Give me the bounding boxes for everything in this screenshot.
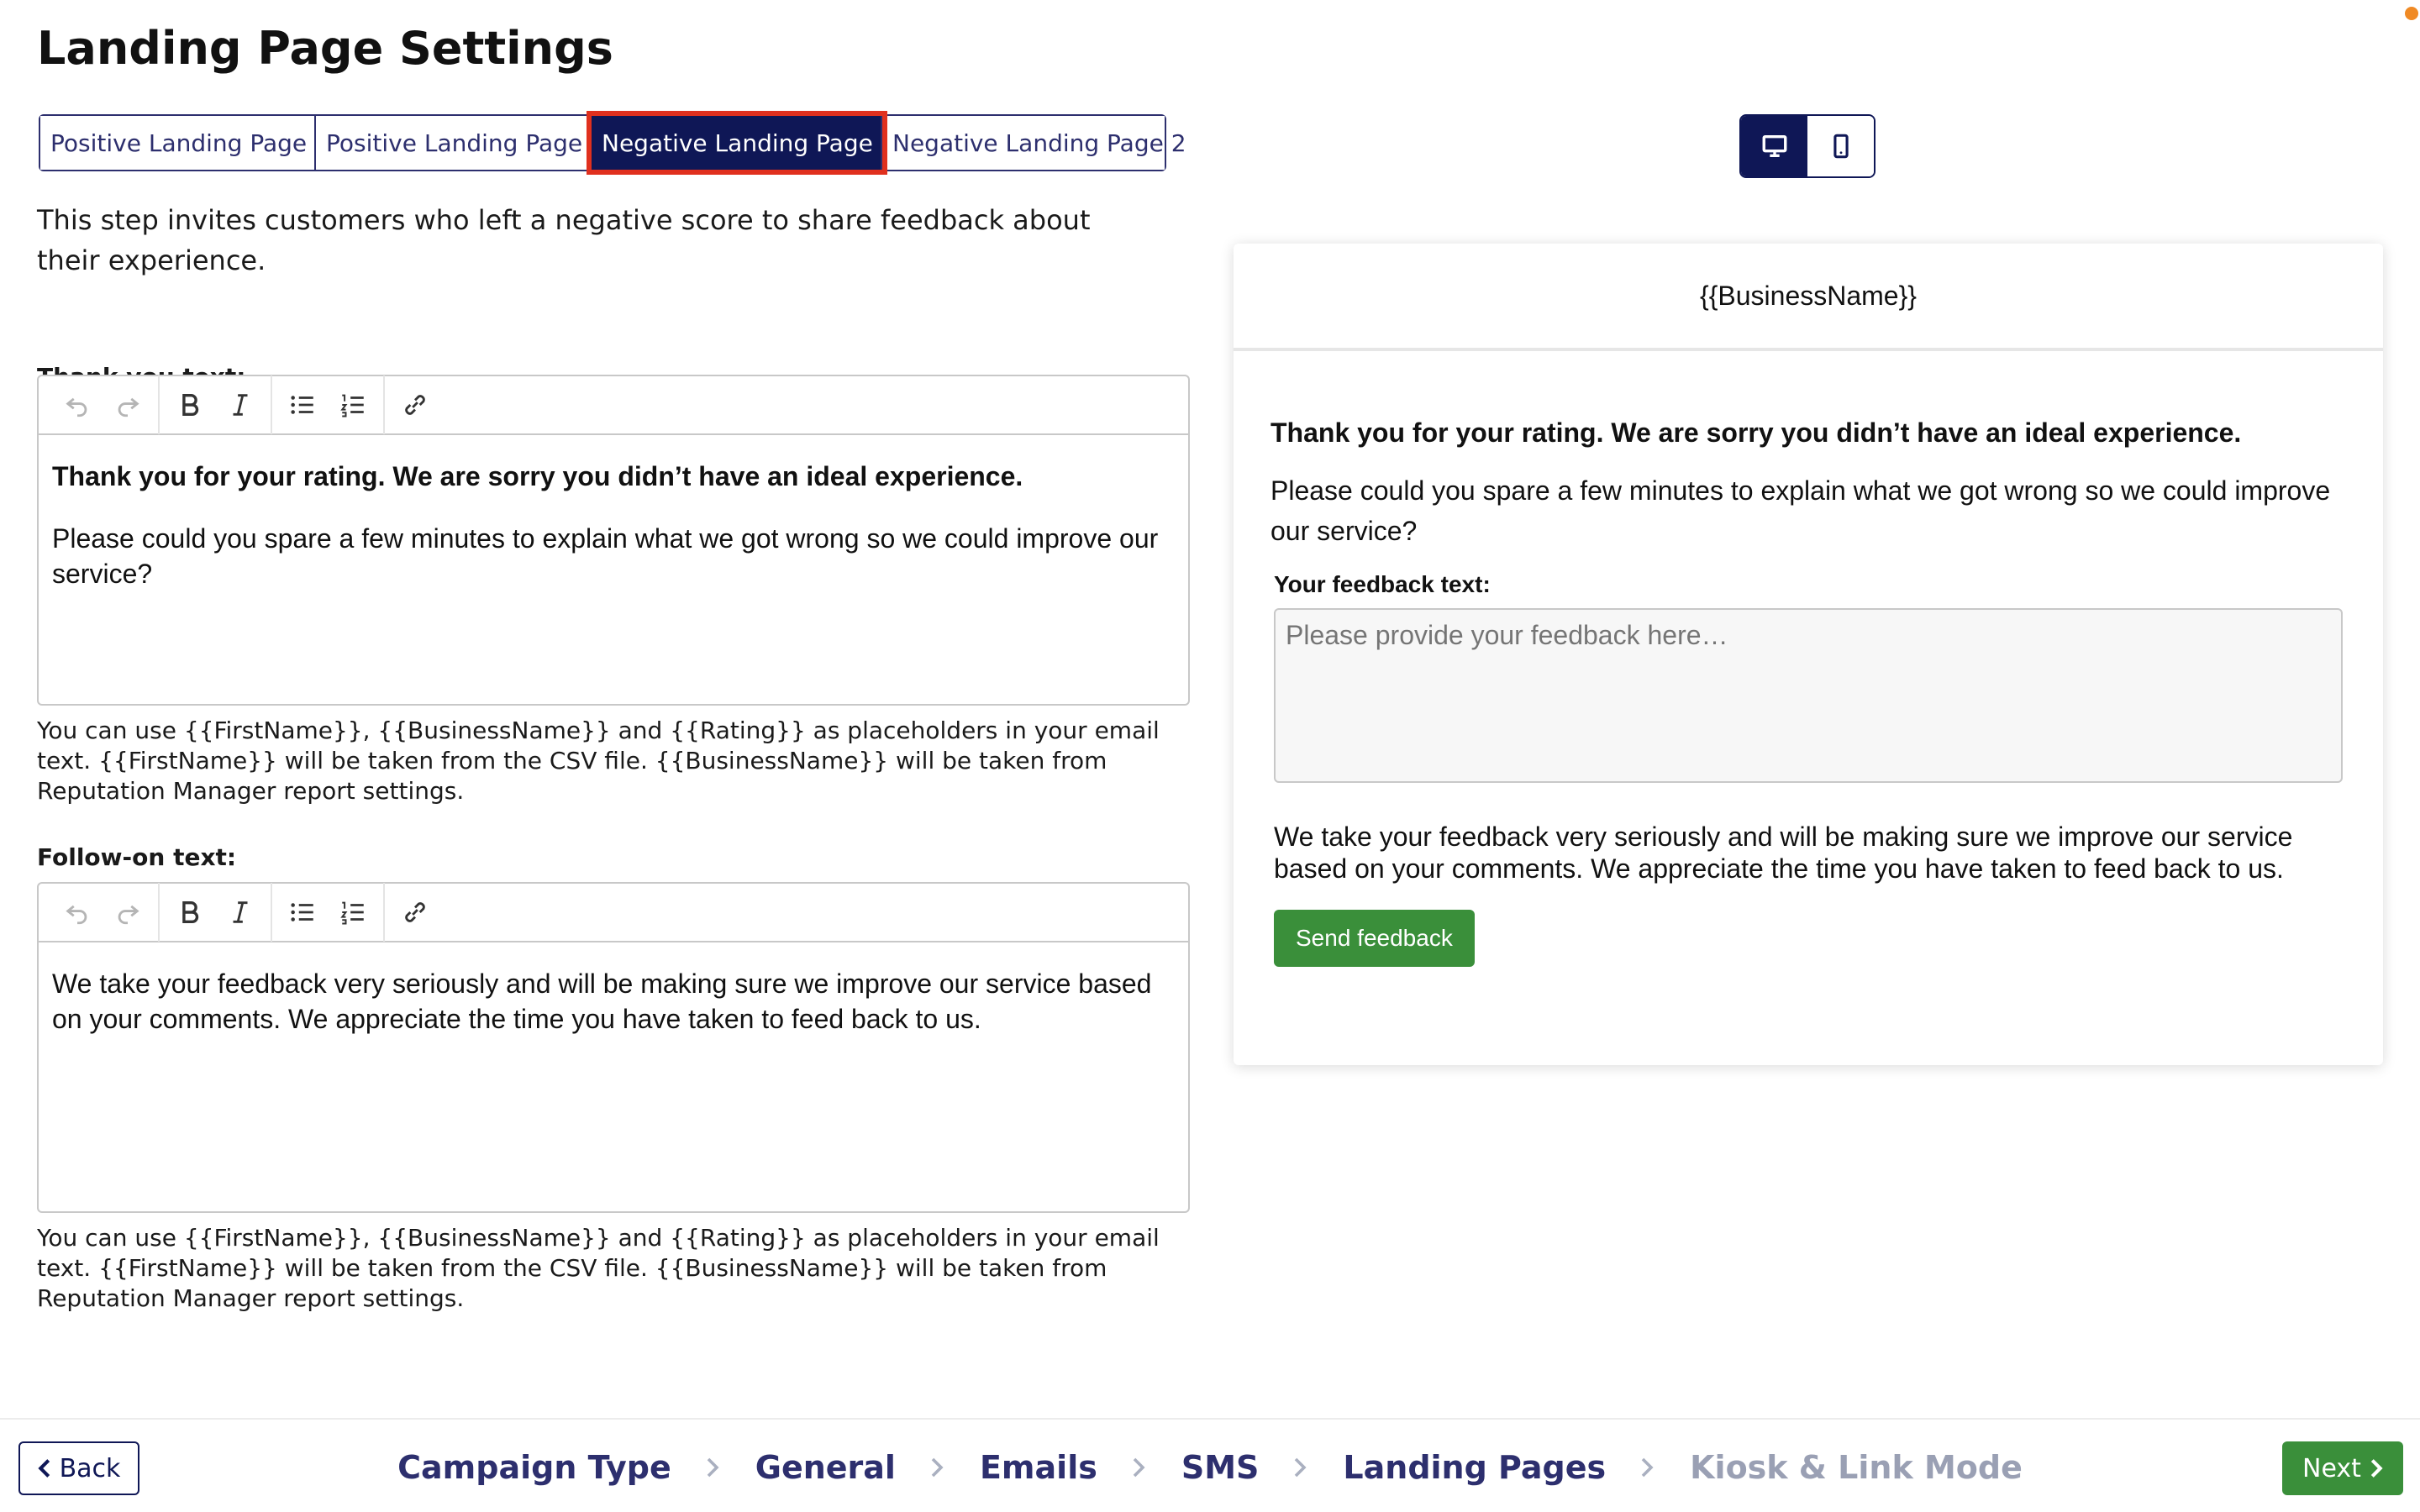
follow-on-help-text: You can use {{FirstName}}, {{BusinessNam… (37, 1224, 1160, 1312)
chevron-right-icon (2370, 1459, 2383, 1478)
device-preview-toggle (1739, 114, 1876, 178)
italic-button[interactable] (215, 381, 266, 428)
step-emails[interactable]: Emails (980, 1449, 1097, 1486)
tab-negative-landing-page-1[interactable]: Negative Landing Page 1 (587, 111, 896, 175)
step-kiosk-link-mode: Kiosk & Link Mode (1690, 1449, 2023, 1486)
undo-button[interactable] (52, 889, 103, 936)
follow-on-text-area[interactable]: We take your feedback very seriously and… (39, 942, 1188, 1087)
bold-icon (182, 900, 199, 924)
feedback-field-label: Your feedback text: (1274, 571, 1491, 597)
notification-dot (2405, 7, 2418, 20)
bullet-list-button[interactable] (277, 889, 328, 936)
thank-you-help-text: You can use {{FirstName}}, {{BusinessNam… (37, 717, 1160, 805)
tab-positive-landing-page-2[interactable]: Positive Landing Page 2 (316, 116, 605, 170)
chevron-right-icon (896, 1457, 980, 1478)
redo-button[interactable] (103, 381, 153, 428)
undo-icon (66, 397, 87, 417)
editor-toolbar (39, 883, 1188, 942)
numbered-list-icon (340, 901, 364, 925)
wizard-steps: Campaign Type General Emails SMS Landing… (0, 1438, 2420, 1497)
page-title: Landing Page Settings (37, 22, 613, 75)
bullet-list-icon (291, 396, 313, 414)
landing-page-preview: {{BusinessName}} Thank you for your rati… (1234, 244, 2383, 1065)
numbered-list-icon (340, 394, 364, 417)
landing-page-tabs: Positive Landing Page 1 Positive Landing… (39, 111, 1186, 175)
link-icon (405, 395, 425, 415)
bold-button[interactable] (165, 889, 215, 936)
thank-you-editor: Thank you for your rating. We are sorry … (37, 375, 1190, 706)
preview-request-text: Please could you spare a few minutes to … (1270, 475, 2331, 546)
step-campaign-type[interactable]: Campaign Type (397, 1449, 671, 1486)
bullet-list-button[interactable] (277, 381, 328, 428)
follow-on-editor: We take your feedback very seriously and… (37, 882, 1190, 1213)
numbered-list-button[interactable] (328, 381, 378, 428)
mobile-preview-button[interactable] (1807, 116, 1874, 176)
mobile-icon (1833, 134, 1849, 159)
send-feedback-button[interactable]: Send feedback (1274, 910, 1475, 967)
italic-icon (233, 394, 248, 416)
redo-icon (118, 905, 139, 925)
bullet-list-icon (291, 903, 313, 921)
tab-negative-landing-page-2[interactable]: Negative Landing Page 2 (882, 116, 1186, 170)
thank-you-line-2: Please could you spare a few minutes to … (52, 523, 1159, 589)
back-button-label: Back (59, 1453, 121, 1483)
chevron-right-icon (1606, 1457, 1690, 1478)
wizard-footer: Campaign Type General Emails SMS Landing… (0, 1418, 2420, 1512)
follow-on-label: Follow-on text: (37, 843, 237, 871)
thank-you-text-area[interactable]: Thank you for your rating. We are sorry … (39, 435, 1188, 642)
redo-button[interactable] (103, 889, 153, 936)
step-description: This step invites customers who left a n… (37, 204, 1091, 276)
step-landing-pages[interactable]: Landing Pages (1343, 1449, 1606, 1486)
redo-icon (118, 397, 139, 417)
undo-button[interactable] (52, 381, 103, 428)
step-sms[interactable]: SMS (1181, 1449, 1260, 1486)
follow-on-text: We take your feedback very seriously and… (52, 969, 1152, 1034)
next-button-label: Next (2302, 1453, 2361, 1483)
chevron-left-icon (37, 1459, 50, 1478)
feedback-textarea[interactable] (1274, 608, 2343, 783)
preview-thank-you-text: Thank you for your rating. We are sorry … (1270, 417, 2242, 448)
undo-icon (66, 905, 87, 925)
chevron-right-icon (1097, 1457, 1181, 1478)
back-button[interactable]: Back (18, 1441, 139, 1495)
italic-icon (233, 901, 248, 923)
italic-button[interactable] (215, 889, 266, 936)
chevron-right-icon (1259, 1457, 1343, 1478)
tab-positive-landing-page-1[interactable]: Positive Landing Page 1 (40, 116, 329, 170)
chevron-right-icon (671, 1457, 755, 1478)
link-icon (405, 902, 425, 922)
link-button[interactable] (390, 889, 440, 936)
desktop-preview-button[interactable] (1741, 116, 1807, 176)
preview-business-name: {{BusinessName}} (1234, 244, 2383, 351)
thank-you-line-1: Thank you for your rating. We are sorry … (52, 461, 1023, 491)
bold-icon (182, 393, 199, 417)
link-button[interactable] (390, 381, 440, 428)
desktop-icon (1762, 134, 1786, 158)
numbered-list-button[interactable] (328, 889, 378, 936)
preview-follow-on-text: We take your feedback very seriously and… (1274, 822, 2293, 884)
next-button[interactable]: Next (2282, 1441, 2403, 1495)
bold-button[interactable] (165, 381, 215, 428)
step-general[interactable]: General (755, 1449, 896, 1486)
editor-toolbar (39, 375, 1188, 435)
